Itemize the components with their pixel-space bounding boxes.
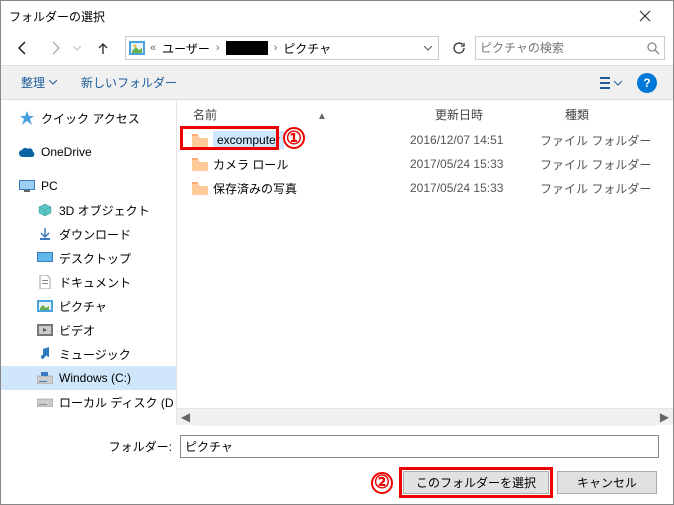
folder-icon: [191, 179, 209, 197]
tree-videos[interactable]: ビデオ: [1, 318, 176, 342]
breadcrumb-user-redacted[interactable]: [226, 41, 268, 55]
up-button[interactable]: [89, 36, 117, 60]
view-options[interactable]: [597, 71, 625, 95]
navigation-tree: クイック アクセス OneDrive PC 3D オブジェクト ダウンロード デ…: [1, 100, 176, 425]
address-bar[interactable]: « ユーザー › › ピクチャ: [125, 36, 439, 60]
item-type: ファイル フォルダー: [540, 132, 665, 149]
toolbar: 整理 新しいフォルダー ?: [1, 65, 673, 100]
breadcrumb-users[interactable]: ユーザー: [160, 40, 212, 57]
drive-icon: [37, 370, 53, 386]
folder-icon: [191, 131, 209, 149]
annotation-marker-1: ①: [283, 127, 305, 149]
tree-pc[interactable]: PC: [1, 174, 176, 198]
tree-quick-access[interactable]: クイック アクセス: [1, 106, 176, 130]
item-date: 2017/05/24 15:33: [410, 157, 540, 171]
tree-desktop[interactable]: デスクトップ: [1, 246, 176, 270]
download-icon: [37, 226, 53, 242]
document-icon: [37, 274, 53, 290]
music-icon: [37, 346, 53, 362]
title-bar: フォルダーの選択: [1, 1, 673, 31]
search-input[interactable]: [480, 41, 646, 55]
chevron-icon: ›: [270, 42, 282, 54]
desktop-icon: [37, 250, 53, 266]
tree-pictures[interactable]: ピクチャ: [1, 294, 176, 318]
video-icon: [37, 322, 53, 338]
tree-music[interactable]: ミュージック: [1, 342, 176, 366]
cancel-button[interactable]: キャンセル: [557, 471, 657, 494]
breadcrumb-pictures[interactable]: ピクチャ: [281, 40, 333, 57]
quick-access-icon: [19, 110, 35, 126]
cube-icon: [37, 202, 53, 218]
tree-windows-c[interactable]: Windows (C:): [1, 366, 176, 390]
dialog-footer: フォルダー: ② このフォルダーを選択 キャンセル: [1, 425, 673, 502]
list-item[interactable]: 保存済みの写真 2017/05/24 15:33 ファイル フォルダー: [177, 176, 673, 200]
drive-icon: [37, 394, 53, 410]
select-folder-button[interactable]: このフォルダーを選択: [403, 471, 549, 494]
nav-bar: « ユーザー › › ピクチャ: [1, 31, 673, 65]
header-name[interactable]: 名前▲: [185, 106, 435, 123]
chevron-icon: ›: [212, 42, 224, 54]
pictures-icon: [37, 298, 53, 314]
file-list: 名前▲ 更新日時 種類 excomputer 2016/12/07 14:51 …: [176, 100, 673, 425]
header-date[interactable]: 更新日時: [435, 106, 565, 123]
folder-label: フォルダー:: [15, 438, 180, 455]
horizontal-scrollbar[interactable]: ◀ ▶: [177, 408, 673, 425]
search-icon: [646, 41, 660, 55]
tree-documents[interactable]: ドキュメント: [1, 270, 176, 294]
annotation-marker-2: ②: [371, 472, 393, 494]
scroll-right-icon[interactable]: ▶: [656, 409, 673, 426]
item-date: 2016/12/07 14:51: [410, 133, 540, 147]
organize-menu[interactable]: 整理: [13, 70, 65, 95]
window-title: フォルダーの選択: [9, 8, 625, 25]
item-name: カメラ ロール: [213, 156, 288, 173]
pictures-icon: [128, 39, 146, 57]
address-dropdown[interactable]: [418, 36, 436, 60]
new-folder-button[interactable]: 新しいフォルダー: [73, 70, 185, 95]
folder-input[interactable]: [180, 435, 659, 458]
tree-local-disk[interactable]: ローカル ディスク (D: [1, 390, 176, 414]
tree-onedrive[interactable]: OneDrive: [1, 140, 176, 164]
pc-icon: [19, 178, 35, 194]
forward-button[interactable]: [41, 36, 69, 60]
header-type[interactable]: 種類: [565, 106, 665, 123]
item-name: excomputer: [213, 131, 284, 149]
refresh-button[interactable]: [447, 36, 471, 60]
tree-downloads[interactable]: ダウンロード: [1, 222, 176, 246]
help-button[interactable]: ?: [633, 71, 661, 95]
tree-3d-objects[interactable]: 3D オブジェクト: [1, 198, 176, 222]
item-name: 保存済みの写真: [213, 180, 297, 197]
close-button[interactable]: [625, 1, 665, 31]
search-box[interactable]: [475, 36, 665, 60]
item-type: ファイル フォルダー: [540, 180, 665, 197]
onedrive-icon: [19, 144, 35, 160]
column-headers: 名前▲ 更新日時 種類: [177, 100, 673, 128]
list-item[interactable]: カメラ ロール 2017/05/24 15:33 ファイル フォルダー: [177, 152, 673, 176]
recent-dropdown[interactable]: [73, 46, 85, 51]
list-item[interactable]: excomputer 2016/12/07 14:51 ファイル フォルダー: [177, 128, 673, 152]
scroll-left-icon[interactable]: ◀: [177, 409, 194, 426]
chevron-icon: «: [146, 42, 160, 54]
folder-icon: [191, 155, 209, 173]
item-date: 2017/05/24 15:33: [410, 181, 540, 195]
back-button[interactable]: [9, 36, 37, 60]
item-type: ファイル フォルダー: [540, 156, 665, 173]
